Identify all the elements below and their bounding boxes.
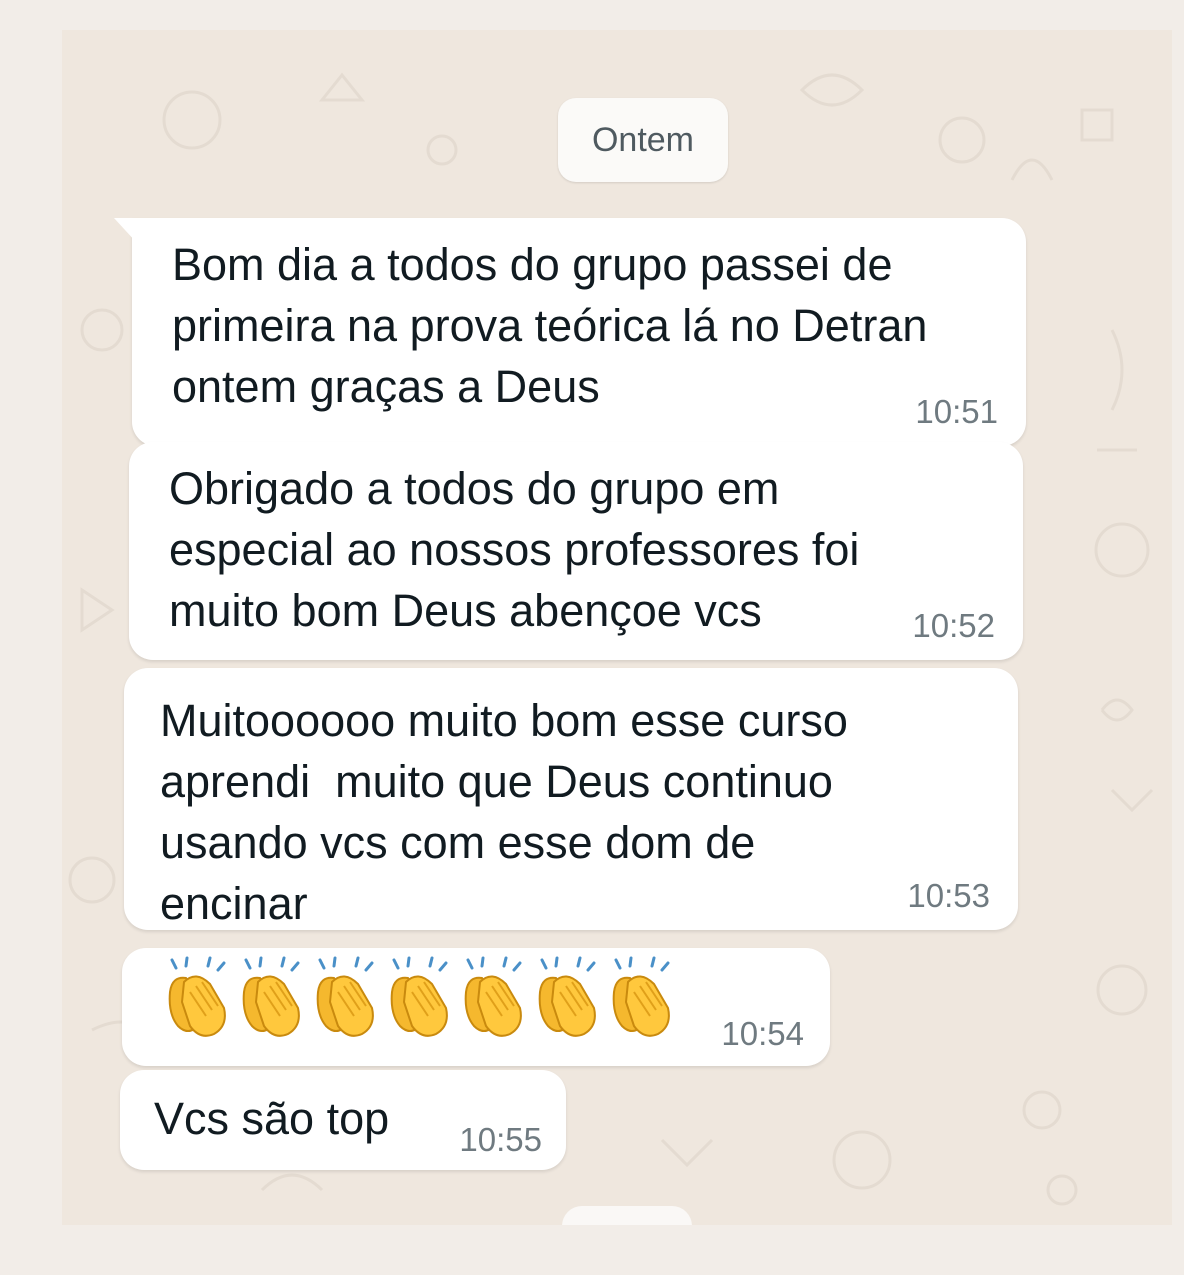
message-text: Bom dia a todos do grupo passei de prime… <box>172 239 928 412</box>
clapping-hands-icon <box>538 956 596 1037</box>
message-time: 10:51 <box>915 393 998 430</box>
clapping-hands-icon <box>168 956 226 1037</box>
message-time: 10:54 <box>721 1015 804 1052</box>
next-date-separator <box>562 1206 692 1225</box>
message-text: Vcs são top <box>154 1093 390 1144</box>
message-bubble[interactable]: Muitoooooo muito bom esse curso aprendi … <box>124 668 1018 930</box>
message-bubble[interactable]: Vcs são top 10:55 <box>120 1070 566 1170</box>
clapping-hands-icon <box>464 956 522 1037</box>
message-bubble[interactable]: Obrigado a todos do grupo em especial ao… <box>129 442 1023 660</box>
clapping-hands-icon <box>242 956 300 1037</box>
message-text: Muitoooooo muito bom esse curso aprendi … <box>160 695 848 929</box>
chat-area[interactable]: Ontem Bom dia a todos do grupo passei de… <box>62 30 1172 1225</box>
emoji-row <box>160 956 678 1040</box>
message-text: Obrigado a todos do grupo em especial ao… <box>169 463 860 636</box>
date-label: Ontem <box>591 120 695 159</box>
clapping-hands-icon <box>390 956 448 1037</box>
message-time: 10:52 <box>912 607 995 644</box>
clapping-hands-icon <box>316 956 374 1037</box>
message-time: 10:55 <box>459 1121 542 1158</box>
message-bubble[interactable]: Bom dia a todos do grupo passei de prime… <box>114 218 1026 446</box>
clapping-hands-icon <box>612 956 670 1037</box>
date-separator: Ontem <box>558 98 728 182</box>
message-time: 10:53 <box>907 877 990 914</box>
bubble-tail <box>114 218 136 242</box>
message-bubble[interactable]: 10:54 <box>122 948 830 1066</box>
